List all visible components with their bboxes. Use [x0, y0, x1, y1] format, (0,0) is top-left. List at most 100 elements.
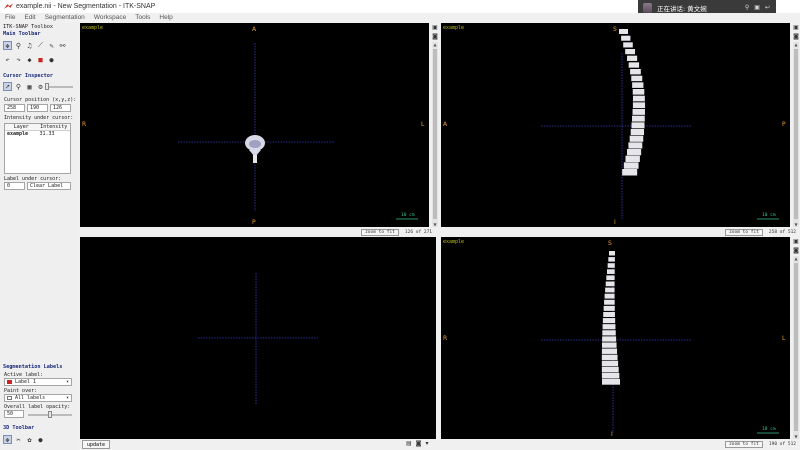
segmentation-labels-title: Segmentation Labels — [3, 364, 63, 370]
3d-paint-icon[interactable]: ● — [36, 435, 45, 444]
inspector-slider[interactable] — [45, 83, 73, 90]
table-row[interactable]: example 31.33 — [5, 131, 70, 138]
vertebra — [602, 318, 616, 324]
vertebra — [605, 281, 615, 287]
menu-workspace[interactable]: Workspace — [89, 13, 130, 23]
notification-return-icon[interactable]: ↩ — [765, 4, 770, 11]
menu-file[interactable]: File — [0, 13, 19, 23]
vertebra — [601, 372, 620, 379]
3d-viewport[interactable] — [80, 237, 436, 439]
coronal-bottom-orientation: I — [611, 431, 613, 438]
coronal-screenshot-icon[interactable]: ◙ — [793, 247, 799, 254]
sagittal-slice-scrollbar[interactable]: ▲ ▼ — [793, 42, 799, 227]
opacity-slider[interactable] — [28, 411, 72, 418]
sagittal-zoom-to-fit-button[interactable]: zoom to fit — [725, 228, 763, 236]
scroll-up-icon[interactable]: ▲ — [793, 42, 799, 47]
grid-icon[interactable]: ▦ — [25, 82, 34, 91]
sagittal-layout-icon[interactable]: ▣ — [793, 24, 799, 31]
vertebra — [601, 348, 618, 354]
paintbrush-tool-icon[interactable]: ♫ — [25, 41, 34, 50]
opacity-slider-knob[interactable] — [48, 411, 52, 418]
cursor-position-label: Cursor position (x,y,z): — [4, 97, 77, 103]
avatar — [643, 2, 652, 13]
3d-menu-chevron-icon[interactable]: ▾ — [426, 440, 429, 447]
active-label-dropdown[interactable]: Label 1 ▾ — [4, 378, 72, 386]
3d-screenshot-icon[interactable]: ◙ — [416, 440, 422, 447]
left-panel: ITK-SNAP Toolbox Main Toolbar ✥ ⚲ ♫ ⟋ ✎ … — [0, 23, 78, 450]
vertebra — [631, 122, 645, 129]
vertebra — [629, 135, 644, 142]
coronal-layout-icon[interactable]: ▣ — [793, 238, 799, 245]
3d-spray-icon[interactable]: ✿ — [25, 435, 34, 444]
axial-viewport[interactable]: A P R L example 10 cm — [80, 23, 429, 227]
layers-icon[interactable]: ◆ — [25, 55, 34, 64]
menu-tools[interactable]: Tools — [130, 13, 154, 23]
axial-screenshot-icon[interactable]: ◙ — [432, 33, 438, 40]
vertebra — [601, 366, 619, 373]
vertebra — [604, 299, 615, 305]
vertebra — [605, 287, 615, 293]
menu-segmentation[interactable]: Segmentation — [40, 13, 89, 23]
coronal-zoom-to-fit-button[interactable]: zoom to fit — [725, 440, 763, 448]
vertebra — [602, 336, 617, 342]
3d-layout-icon[interactable]: ▤ — [406, 440, 412, 447]
axial-scroll-thumb[interactable] — [433, 49, 437, 219]
scroll-up-icon[interactable]: ▲ — [793, 256, 799, 261]
coronal-left-orientation: R — [443, 335, 448, 342]
coronal-slice-number: 190 of 512 — [768, 441, 796, 447]
polygon-tool-icon[interactable]: ⟋ — [36, 41, 45, 50]
sagittal-viewport[interactable]: S I A P example 10 cm — [441, 23, 790, 227]
mesh-icon[interactable]: ● — [47, 55, 56, 64]
vertebra — [601, 360, 619, 367]
menu-edit[interactable]: Edit — [19, 13, 39, 23]
sagittal-scroll-thumb[interactable] — [794, 49, 798, 219]
crosshair-tool-icon[interactable]: ✥ — [3, 41, 12, 50]
label-id-field[interactable]: 0 — [4, 182, 25, 190]
chevron-down-icon: ▾ — [65, 379, 69, 385]
label-color-swatch — [7, 380, 12, 384]
notification-search-icon[interactable]: ⚲ — [745, 4, 749, 11]
axial-layout-icon[interactable]: ▣ — [432, 24, 438, 31]
notification-window-icon[interactable]: ▣ — [754, 4, 760, 11]
cursor-z-field[interactable]: 126 — [50, 104, 71, 112]
snake-tool-icon[interactable]: ✎ — [47, 41, 56, 50]
annotate-tool-icon[interactable]: ⚯ — [58, 41, 67, 50]
undo-icon[interactable]: ↶ — [3, 55, 12, 64]
axial-right-orientation: L — [421, 121, 425, 128]
intensity-column-header: Intensity — [40, 124, 68, 130]
axial-slice-scrollbar[interactable]: ▲ ▼ — [432, 42, 438, 227]
axial-bottom-orientation: P — [252, 219, 256, 226]
opacity-field[interactable]: 50 — [4, 410, 24, 418]
vertebra — [604, 293, 615, 299]
redo-icon[interactable]: ↷ — [14, 55, 23, 64]
pointer-icon[interactable]: ➚ — [3, 82, 12, 91]
label-name-field[interactable]: Clear Label — [27, 182, 71, 190]
cursor-x-field[interactable]: 258 — [4, 104, 25, 112]
vertebra — [601, 354, 618, 361]
vertebra — [606, 275, 615, 281]
scroll-up-icon[interactable]: ▲ — [432, 42, 438, 47]
coronal-viewport[interactable]: S I R L example 10 cm — [441, 237, 790, 439]
paint-over-dropdown[interactable]: All labels ▾ — [4, 394, 72, 402]
vertebra — [609, 251, 615, 256]
inspector-slider-knob[interactable] — [45, 83, 49, 90]
axial-image — [178, 43, 418, 220]
axial-view-icons: ▣ ◙ — [430, 24, 440, 40]
vertebra — [602, 330, 616, 336]
coronal-scroll-thumb[interactable] — [794, 263, 798, 431]
menu-help[interactable]: Help — [154, 13, 176, 23]
3d-scalpel-icon[interactable]: ✂ — [14, 435, 23, 444]
zoom-tool-icon[interactable]: ⚲ — [14, 41, 23, 50]
3d-rotate-icon[interactable]: ✥ — [3, 435, 12, 444]
cursor-y-field[interactable]: 190 — [27, 104, 48, 112]
sagittal-layer-tag: example — [443, 25, 465, 31]
settings-icon[interactable]: ⚙ — [36, 82, 45, 91]
sagittal-scale-label: 10 cm — [762, 213, 776, 218]
update-button[interactable]: update — [82, 440, 111, 449]
label-editor-icon[interactable]: ■ — [36, 55, 45, 64]
sagittal-top-orientation: S — [613, 26, 617, 33]
inspect-zoom-icon[interactable]: ⚲ — [14, 82, 23, 91]
sagittal-screenshot-icon[interactable]: ◙ — [793, 33, 799, 40]
coronal-slice-scrollbar[interactable]: ▲ ▼ — [793, 256, 799, 439]
axial-zoom-to-fit-button[interactable]: zoom to fit — [361, 228, 399, 236]
